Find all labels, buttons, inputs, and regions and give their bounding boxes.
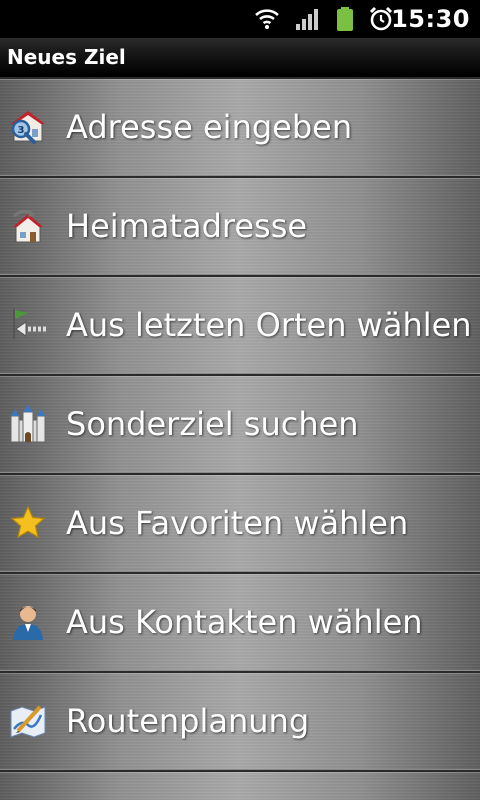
menu-item-label: Heimatadresse: [66, 207, 308, 245]
menu-item-home-address[interactable]: Heimatadresse: [0, 176, 480, 275]
menu-item-favorites[interactable]: Aus Favoriten wählen: [0, 473, 480, 572]
menu-item-label: Routenplanung: [66, 702, 310, 740]
menu-item-label: Aus Favoriten wählen: [66, 504, 409, 542]
menu-item-route-planning[interactable]: Routenplanung: [0, 671, 480, 770]
contact-person-icon: [13, 606, 43, 640]
battery-icon: [337, 7, 353, 31]
menu-item-label: Aus Kontakten wählen: [66, 603, 423, 641]
signal-icon: [296, 9, 318, 30]
menu-item-enter-address[interactable]: 3 Adresse eingeben: [0, 77, 480, 176]
wifi-icon: [255, 9, 279, 29]
address-search-icon: 3: [11, 111, 45, 144]
poi-castle-icon: [10, 405, 46, 443]
svg-text:3: 3: [18, 125, 25, 136]
status-bar: 15:30: [0, 0, 480, 38]
alarm-icon: [369, 6, 393, 31]
menu-item-label: Adresse eingeben: [66, 108, 353, 146]
title-bar: Neues Ziel: [0, 38, 480, 77]
menu-item-label: Sonderziel suchen: [66, 405, 359, 443]
route-planning-icon: [10, 705, 46, 738]
status-time: 15:30: [391, 5, 470, 33]
recent-places-icon: [13, 309, 46, 339]
menu-item-recent-places[interactable]: Aus letzten Orten wählen: [0, 275, 480, 374]
home-address-icon: [13, 209, 43, 243]
page-title: Neues Ziel: [7, 45, 126, 69]
menu-item-partial[interactable]: [0, 770, 480, 800]
destination-menu: 3 Adresse eingeben Heimatadresse Aus let…: [0, 77, 480, 800]
menu-item-poi-search[interactable]: Sonderziel suchen: [0, 374, 480, 473]
menu-item-label: Aus letzten Orten wählen: [66, 306, 472, 344]
favorites-star-icon: [10, 505, 46, 539]
menu-item-contacts[interactable]: Aus Kontakten wählen: [0, 572, 480, 671]
